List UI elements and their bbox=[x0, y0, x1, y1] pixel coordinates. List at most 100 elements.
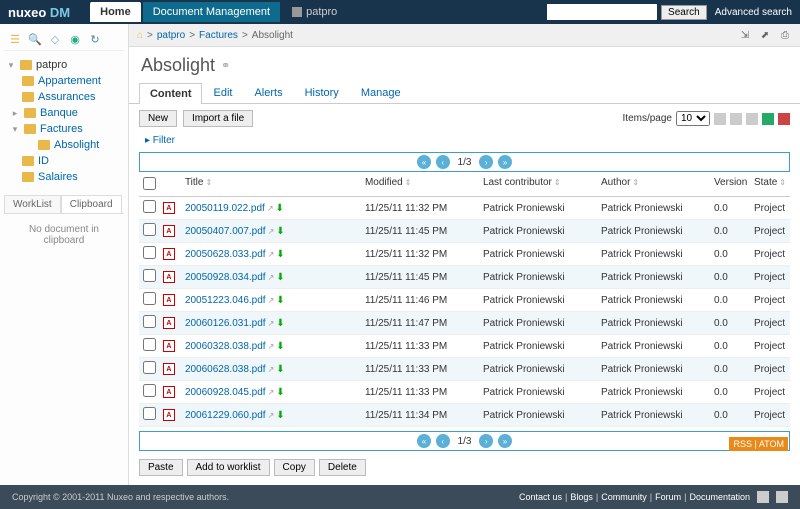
footer-forum[interactable]: Forum bbox=[655, 492, 681, 502]
open-new-icon[interactable]: ↗ bbox=[268, 296, 275, 305]
new-button[interactable]: New bbox=[139, 110, 177, 127]
download-icon[interactable]: ⬇ bbox=[276, 203, 284, 214]
filter-toggle[interactable]: ▸ Filter bbox=[129, 133, 800, 148]
download-icon[interactable]: ⬇ bbox=[276, 318, 284, 329]
search-input[interactable] bbox=[547, 4, 657, 20]
row-checkbox[interactable] bbox=[143, 269, 156, 282]
globe-icon[interactable]: ◉ bbox=[68, 32, 82, 46]
copy-button[interactable]: Copy bbox=[274, 459, 315, 476]
col-contributor[interactable]: Last contributor⇕ bbox=[483, 177, 601, 193]
pager-first[interactable]: « bbox=[417, 155, 431, 169]
row-checkbox[interactable] bbox=[143, 361, 156, 374]
open-new-icon[interactable]: ↗ bbox=[268, 273, 275, 282]
view-compact-icon[interactable] bbox=[746, 113, 758, 125]
advanced-search-link[interactable]: Advanced search bbox=[715, 7, 792, 18]
print-icon[interactable]: ⎙ bbox=[778, 28, 792, 42]
open-new-icon[interactable]: ↗ bbox=[268, 342, 275, 351]
download-icon[interactable]: ⬇ bbox=[276, 226, 284, 237]
row-checkbox[interactable] bbox=[143, 246, 156, 259]
tab-history[interactable]: History bbox=[294, 82, 350, 103]
user-menu[interactable]: patpro bbox=[292, 6, 337, 18]
pager-first-bottom[interactable]: « bbox=[417, 434, 431, 448]
footer-community[interactable]: Community bbox=[601, 492, 647, 502]
tab-edit[interactable]: Edit bbox=[202, 82, 243, 103]
open-new-icon[interactable]: ↗ bbox=[267, 204, 274, 213]
download-icon[interactable]: ⬇ bbox=[276, 387, 284, 398]
link-icon[interactable]: ⚭ bbox=[221, 59, 230, 72]
download-icon[interactable]: ⬇ bbox=[276, 272, 284, 283]
open-new-icon[interactable]: ↗ bbox=[268, 319, 275, 328]
delete-button[interactable]: Delete bbox=[319, 459, 366, 476]
file-link[interactable]: 20050628.033.pdf bbox=[185, 249, 266, 260]
download-icon[interactable]: ⬇ bbox=[276, 249, 284, 260]
col-modified[interactable]: Modified⇕ bbox=[365, 177, 483, 193]
tree-item-factures[interactable]: ▾Factures bbox=[4, 121, 124, 137]
tree-item-salaires[interactable]: Salaires bbox=[4, 169, 124, 185]
download-icon[interactable]: ⬇ bbox=[276, 295, 284, 306]
file-link[interactable]: 20051223.046.pdf bbox=[185, 295, 266, 306]
pager-next-bottom[interactable]: › bbox=[479, 434, 493, 448]
tab-content[interactable]: Content bbox=[139, 83, 203, 104]
tree-item-banque[interactable]: ▸Banque bbox=[4, 105, 124, 121]
import-button[interactable]: Import a file bbox=[183, 110, 253, 127]
refresh-icon[interactable]: ↻ bbox=[88, 32, 102, 46]
worklist-tab[interactable]: WorkList bbox=[4, 195, 61, 213]
footer-docs[interactable]: Documentation bbox=[689, 492, 750, 502]
row-checkbox[interactable] bbox=[143, 407, 156, 420]
linkedin-icon[interactable] bbox=[776, 491, 788, 503]
tree-item-assurances[interactable]: Assurances bbox=[4, 89, 124, 105]
tree-root[interactable]: ▾patpro bbox=[4, 57, 124, 73]
row-checkbox[interactable] bbox=[143, 200, 156, 213]
open-new-icon[interactable]: ↗ bbox=[268, 365, 275, 374]
view-grid-icon[interactable] bbox=[730, 113, 742, 125]
open-new-icon[interactable]: ↗ bbox=[268, 388, 275, 397]
home-icon[interactable]: ⌂ bbox=[137, 30, 143, 41]
footer-blogs[interactable]: Blogs bbox=[570, 492, 593, 502]
pager-prev[interactable]: ‹ bbox=[436, 155, 450, 169]
tag-icon[interactable]: ◇ bbox=[48, 32, 62, 46]
file-link[interactable]: 20060628.038.pdf bbox=[185, 364, 266, 375]
file-link[interactable]: 20060328.038.pdf bbox=[185, 341, 266, 352]
tab-manage[interactable]: Manage bbox=[350, 82, 412, 103]
col-author[interactable]: Author⇕ bbox=[601, 177, 714, 193]
col-state[interactable]: State⇕ bbox=[754, 177, 786, 193]
pager-last[interactable]: » bbox=[498, 155, 512, 169]
export-icon[interactable]: ⬈ bbox=[758, 28, 772, 42]
search-button[interactable]: Search bbox=[661, 5, 707, 20]
row-checkbox[interactable] bbox=[143, 384, 156, 397]
tree-item-id[interactable]: ID bbox=[4, 153, 124, 169]
view-list-icon[interactable] bbox=[714, 113, 726, 125]
tree-item-appartement[interactable]: Appartement bbox=[4, 73, 124, 89]
nav-document-management[interactable]: Document Management bbox=[143, 2, 280, 22]
download-icon[interactable]: ⬇ bbox=[276, 410, 284, 421]
breadcrumb-root[interactable]: patpro bbox=[157, 30, 185, 41]
download-icon[interactable]: ⬇ bbox=[276, 364, 284, 375]
select-all-checkbox[interactable] bbox=[143, 177, 156, 190]
footer-contact[interactable]: Contact us bbox=[519, 492, 562, 502]
paste-button[interactable]: Paste bbox=[139, 459, 183, 476]
permalink-icon[interactable]: ⇲ bbox=[738, 28, 752, 42]
file-link[interactable]: 20050119.022.pdf bbox=[185, 203, 265, 214]
row-checkbox[interactable] bbox=[143, 315, 156, 328]
open-new-icon[interactable]: ↗ bbox=[268, 250, 275, 259]
row-checkbox[interactable] bbox=[143, 338, 156, 351]
export-excel-icon[interactable] bbox=[762, 113, 774, 125]
pager-next[interactable]: › bbox=[479, 155, 493, 169]
open-new-icon[interactable]: ↗ bbox=[268, 227, 275, 236]
file-link[interactable]: 20050928.034.pdf bbox=[185, 272, 266, 283]
export-pdf-icon[interactable] bbox=[778, 113, 790, 125]
breadcrumb-mid[interactable]: Factures bbox=[199, 30, 238, 41]
search-icon[interactable]: 🔍 bbox=[28, 32, 42, 46]
row-checkbox[interactable] bbox=[143, 292, 156, 305]
twitter-icon[interactable] bbox=[757, 491, 769, 503]
nav-home[interactable]: Home bbox=[90, 2, 141, 22]
file-link[interactable]: 20060126.031.pdf bbox=[185, 318, 266, 329]
file-link[interactable]: 20061229.060.pdf bbox=[185, 410, 266, 421]
file-link[interactable]: 20050407.007.pdf bbox=[185, 226, 266, 237]
tab-alerts[interactable]: Alerts bbox=[243, 82, 293, 103]
pager-last-bottom[interactable]: » bbox=[498, 434, 512, 448]
download-icon[interactable]: ⬇ bbox=[276, 341, 284, 352]
tree-item-absolight[interactable]: Absolight bbox=[4, 137, 124, 153]
tree-mode-icon[interactable]: ☰ bbox=[8, 32, 22, 46]
row-checkbox[interactable] bbox=[143, 223, 156, 236]
